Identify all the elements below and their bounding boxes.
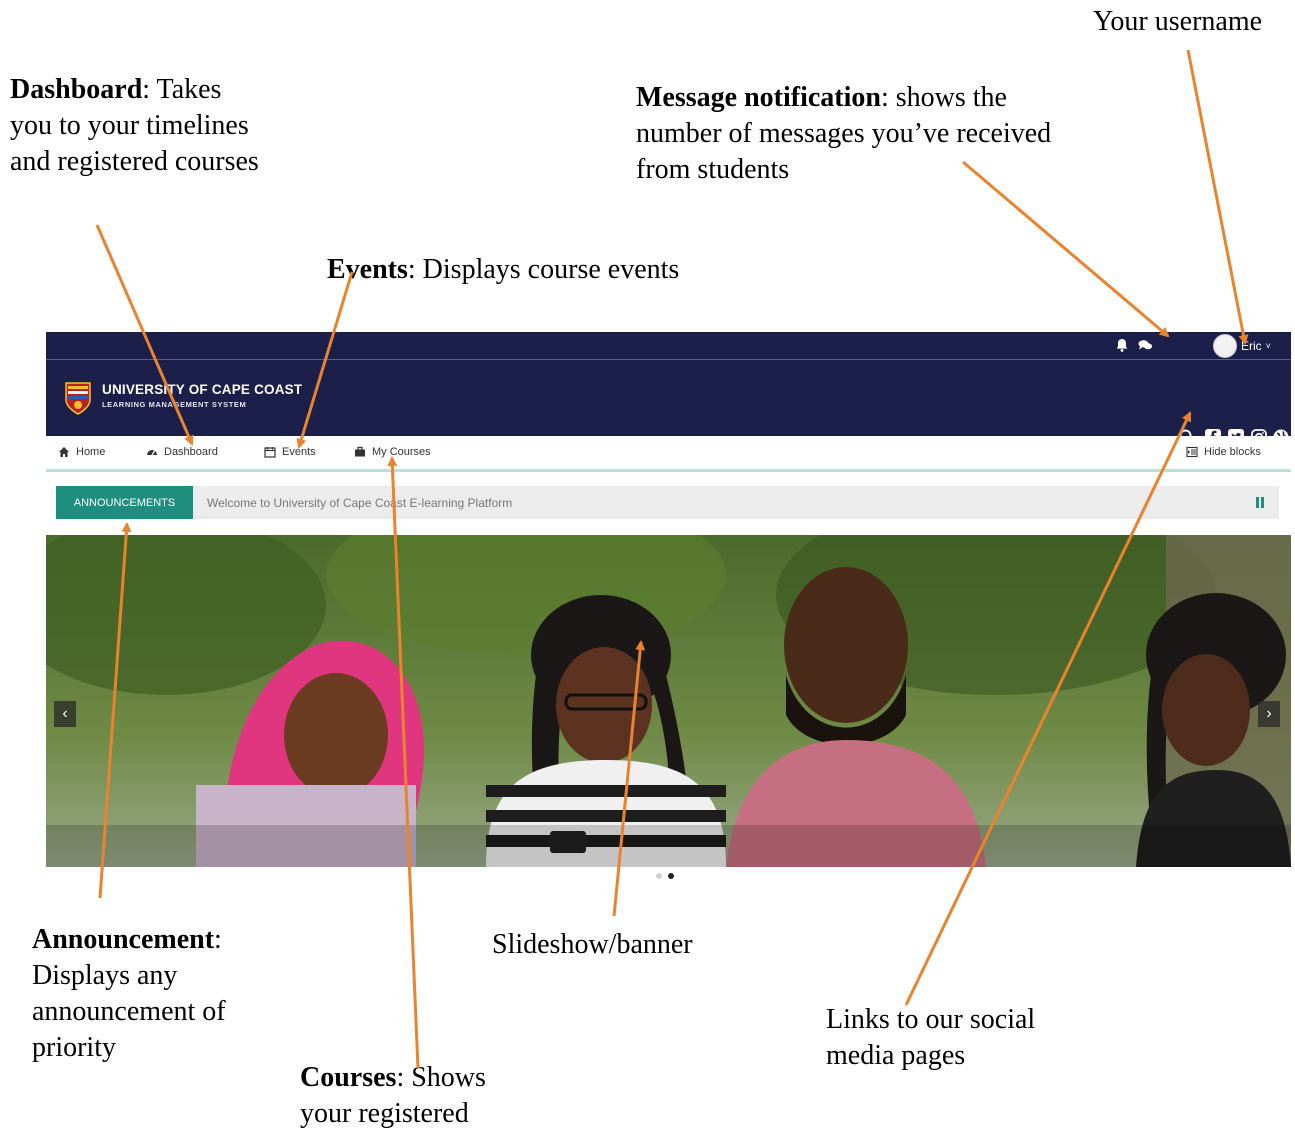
message-callout: Message notification: shows the number o… (636, 80, 1066, 188)
events-callout: Events: Displays course events (327, 252, 679, 288)
nav-events-label[interactable]: Events (282, 446, 316, 458)
dashboard-callout: Dashboard: Takes you to your timelines a… (10, 72, 270, 180)
university-crest-logo[interactable] (64, 380, 92, 416)
hide-blocks-button[interactable]: Hide blocks (1186, 446, 1261, 458)
brand-subtitle: LEARNING MANAGEMENT SYSTEM (102, 400, 247, 409)
announcement-text[interactable]: Welcome to University of Cape Coast E-le… (207, 496, 512, 510)
announcement-callout-title: Announcement (32, 924, 215, 955)
hide-blocks-label[interactable]: Hide blocks (1204, 446, 1261, 458)
announcements-label: ANNOUNCEMENTS (56, 486, 193, 519)
user-menu[interactable]: Eric ˅ (1213, 333, 1271, 358)
chat-icon[interactable] (1137, 337, 1153, 353)
nav-my-courses-label[interactable]: My Courses (372, 446, 431, 458)
events-callout-text: : Displays course events (407, 254, 680, 285)
indent-icon (1186, 446, 1198, 458)
nav-home[interactable]: Home (58, 446, 105, 458)
username[interactable]: Eric (1241, 339, 1262, 353)
bell-icon[interactable] (1114, 337, 1130, 353)
banner-photo (46, 535, 1291, 867)
dashboard-callout-title: Dashboard (10, 74, 143, 105)
courses-callout-title: Courses (300, 1062, 397, 1093)
top-bar: Eric ˅ (46, 332, 1291, 360)
message-callout-title: Message notification (636, 82, 881, 113)
slideshow-callout: Slideshow/banner (492, 929, 693, 960)
brand-title[interactable]: UNIVERSITY OF CAPE COAST (102, 382, 302, 397)
nav-my-courses[interactable]: My Courses (354, 446, 431, 458)
nav-events[interactable]: Events (264, 446, 316, 458)
events-callout-title: Events (327, 254, 408, 285)
main-nav: Home Dashboard Events My Courses Hide bl… (46, 436, 1291, 472)
slideshow-banner[interactable]: ‹ › (46, 535, 1291, 867)
slide-dot-1[interactable] (656, 873, 662, 879)
announcement-bar: ANNOUNCEMENTS Welcome to University of C… (56, 486, 1279, 519)
lms-screenshot: Eric ˅ UNIVERSITY OF CAPE COAST LEARNING… (46, 332, 1291, 879)
briefcase-icon (355, 446, 365, 457)
pause-icon[interactable] (1255, 497, 1265, 508)
nav-dashboard-label[interactable]: Dashboard (164, 446, 218, 458)
username-callout: Your username (1093, 6, 1263, 37)
announcement-callout: Announcement: Displays any announcement … (32, 922, 272, 1066)
arrow-message (962, 160, 1170, 338)
brand-bar: UNIVERSITY OF CAPE COAST LEARNING MANAGE… (46, 360, 1291, 445)
nav-dashboard[interactable]: Dashboard (146, 446, 218, 458)
chevron-down-icon[interactable]: ˅ (1266, 341, 1271, 351)
slide-dot-2[interactable] (668, 873, 674, 879)
slide-prev-button[interactable]: ‹ (54, 701, 76, 727)
dashboard-icon (147, 450, 157, 456)
courses-callout: Courses: Shows your registered (300, 1060, 540, 1132)
calendar-icon (264, 447, 276, 458)
slide-indicators (656, 873, 674, 879)
arrow-username (1186, 49, 1249, 345)
slide-next-button[interactable]: › (1258, 701, 1280, 727)
nav-home-label[interactable]: Home (76, 446, 105, 458)
avatar[interactable] (1213, 333, 1237, 358)
social-callout: Links to our social media pages (826, 1004, 1036, 1071)
home-icon (59, 447, 69, 457)
